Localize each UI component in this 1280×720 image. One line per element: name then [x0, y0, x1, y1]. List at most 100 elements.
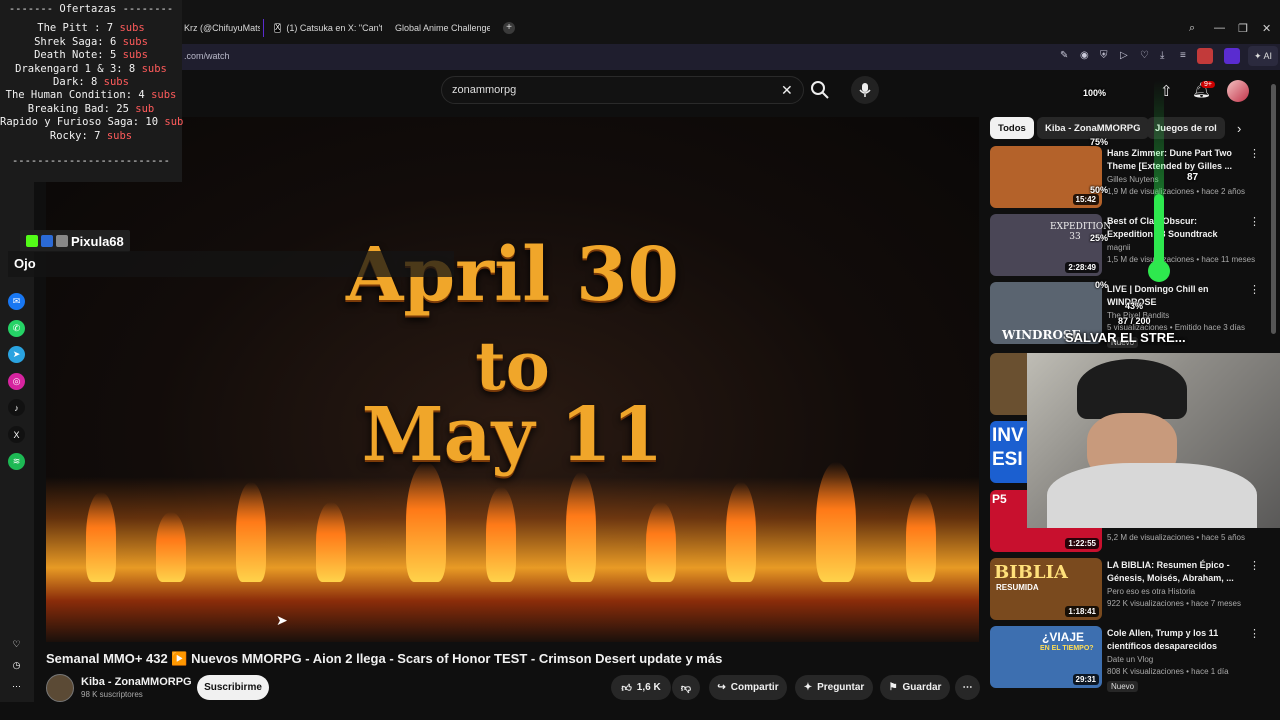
more-options-icon[interactable]: ⋮: [1249, 147, 1260, 160]
flame: [646, 502, 676, 582]
recommendation-title[interactable]: Best of Clair Obscur: Expedition 33 Soun…: [1107, 215, 1242, 241]
recommendation-channel[interactable]: magnii: [1107, 243, 1131, 252]
recommendation-title[interactable]: Hans Zimmer: Dune Part Two Theme [Extend…: [1107, 147, 1242, 173]
share-button[interactable]: ↪ Compartir: [709, 675, 787, 700]
heart-icon[interactable]: ♡: [1140, 50, 1149, 61]
browser-tab-3[interactable]: Global Anime Challenge: (: [390, 17, 490, 39]
thumbnail-text: P5: [992, 492, 1007, 506]
streamer-badge: Pixula68: [20, 230, 130, 252]
search-input[interactable]: zonammorpg: [441, 76, 804, 104]
spotify-icon[interactable]: ≋: [8, 453, 25, 470]
close-window-icon[interactable]: ✕: [1262, 22, 1271, 35]
messenger-icon[interactable]: ✉: [8, 293, 25, 310]
flame: [236, 482, 266, 582]
tiktok-icon[interactable]: ♪: [8, 399, 25, 416]
chevron-right-icon[interactable]: ›: [1237, 121, 1241, 136]
chip-todos[interactable]: Todos: [990, 117, 1034, 139]
subscribe-button[interactable]: Suscribirme: [197, 675, 269, 700]
like-button[interactable]: 👍︎ 1,6 K: [611, 675, 671, 700]
ask-button[interactable]: ✦ Preguntar: [795, 675, 873, 700]
recommendation-meta: 808 K visualizaciones • hace 1 día: [1107, 667, 1229, 676]
more-options-icon[interactable]: ⋮: [1249, 559, 1260, 572]
channel-subscribers: 98 K suscriptores: [81, 690, 143, 699]
offer-item: The Human Condition: 4 subs: [0, 89, 182, 102]
thumbs-up-icon: 👍︎: [621, 682, 632, 694]
play-icon[interactable]: ▷: [1120, 50, 1128, 61]
flame: [86, 492, 116, 582]
browser-tab-1[interactable]: Krz (@ChifuyuMats...: [184, 17, 260, 39]
browser-tab-2[interactable]: X (1) Catsuka en X: "Can't w...: [274, 17, 382, 39]
heart-icon[interactable]: ♡: [8, 636, 25, 653]
history-icon[interactable]: ◷: [8, 657, 25, 674]
share-icon: ↪: [717, 682, 726, 693]
save-button[interactable]: ⚑ Guardar: [880, 675, 950, 700]
url-text[interactable]: .com/watch: [184, 51, 230, 61]
share-label: Compartir: [730, 682, 779, 693]
recommendation-channel[interactable]: Gilles Nuytens: [1107, 175, 1159, 184]
scrollbar[interactable]: [1271, 84, 1276, 334]
meter-75: 75%: [1090, 137, 1109, 147]
save-label: Guardar: [902, 682, 942, 693]
edit-icon[interactable]: ✎: [1060, 50, 1068, 61]
extension-icon[interactable]: [1197, 48, 1213, 64]
telegram-icon[interactable]: ➤: [8, 346, 25, 363]
search-icon[interactable]: [810, 80, 830, 100]
meter-bulb: [1148, 260, 1170, 282]
dislike-button[interactable]: 👎︎: [672, 675, 700, 700]
microphone-icon: [859, 83, 871, 97]
offer-item: The Pitt : 7 subs: [0, 22, 182, 35]
offer-count: 5: [109, 49, 117, 62]
new-badge: Nuevo: [1107, 681, 1139, 692]
offer-unit: subs: [103, 75, 129, 88]
clear-search-icon[interactable]: ✕: [781, 82, 793, 99]
recommendation-meta: 1,9 M de visualizaciones • hace 2 años: [1107, 187, 1245, 196]
minimize-icon[interactable]: —: [1214, 22, 1225, 34]
webcam-overlay: [1027, 353, 1280, 528]
flame: [906, 492, 936, 582]
menu-icon[interactable]: ≡: [1180, 50, 1186, 61]
camera-icon[interactable]: ◉: [1080, 50, 1089, 61]
offer-title: Rocky:: [49, 129, 88, 142]
meter-progress: 87 / 200: [1118, 316, 1151, 326]
more-icon: ⋯: [962, 682, 973, 693]
thumbnail-text: ESI: [992, 449, 1023, 470]
more-options-icon[interactable]: ⋮: [1249, 215, 1260, 228]
instagram-icon[interactable]: ◎: [8, 373, 25, 390]
channel-name[interactable]: Kiba - ZonaMMORPG: [81, 676, 192, 688]
shield-icon[interactable]: ⛨: [1100, 50, 1108, 61]
new-tab-button[interactable]: +: [503, 22, 515, 34]
offer-list: The Pitt : 7 subs Shrek Saga: 6 subs Death…: [0, 22, 184, 143]
offer-unit: sub: [164, 116, 184, 129]
offer-title: Dark:: [53, 75, 85, 88]
tab-label: (1) Catsuka en X: "Can't w...: [286, 23, 382, 33]
channel-avatar[interactable]: [46, 674, 74, 702]
more-options-icon[interactable]: ⋮: [1249, 627, 1260, 640]
offer-count: 6: [109, 35, 117, 48]
thumbnail-text: EN EL TIEMPO?: [1040, 645, 1094, 652]
ai-button[interactable]: ✦ AI: [1248, 46, 1278, 66]
recommendation-channel[interactable]: Pero eso es otra Historia: [1107, 587, 1195, 596]
recommendation-title[interactable]: Cole Allen, Trump y los 11 científicos d…: [1107, 627, 1242, 653]
download-icon[interactable]: ⤓: [1160, 50, 1164, 61]
search-tabs-icon[interactable]: ⌕: [1189, 22, 1195, 35]
chip-kiba[interactable]: Kiba - ZonaMMORPG: [1037, 117, 1149, 139]
video-title: Semanal MMO+ 432 ▶️ Nuevos MMORPG - Aion…: [46, 651, 723, 666]
offer-title: Rapido y Furioso Saga:: [0, 116, 140, 129]
meter-0: 0%: [1095, 280, 1109, 290]
video-player[interactable]: April 30 to May 11: [46, 117, 979, 642]
hoodie: [1047, 463, 1257, 528]
x-icon[interactable]: X: [8, 426, 25, 443]
restore-icon[interactable]: ❐: [1238, 22, 1248, 35]
more-actions-button[interactable]: ⋯: [955, 675, 980, 700]
recommendation-title[interactable]: LA BIBLIA: Resumen Épico - Génesis, Mois…: [1107, 559, 1242, 585]
avatar[interactable]: [1227, 80, 1249, 102]
video-thumbnail[interactable]: 15:42: [990, 146, 1102, 208]
more-options-icon[interactable]: ⋮: [1249, 283, 1260, 296]
offer-title: The Pitt :: [37, 22, 101, 35]
offer-count: 7: [94, 129, 101, 142]
wallet-icon[interactable]: [1224, 48, 1240, 64]
recommendation-channel[interactable]: Date un Vlog: [1107, 655, 1153, 664]
whatsapp-icon[interactable]: ✆: [8, 320, 25, 337]
more-icon[interactable]: ⋯: [8, 678, 25, 695]
voice-search-button[interactable]: [851, 76, 879, 104]
